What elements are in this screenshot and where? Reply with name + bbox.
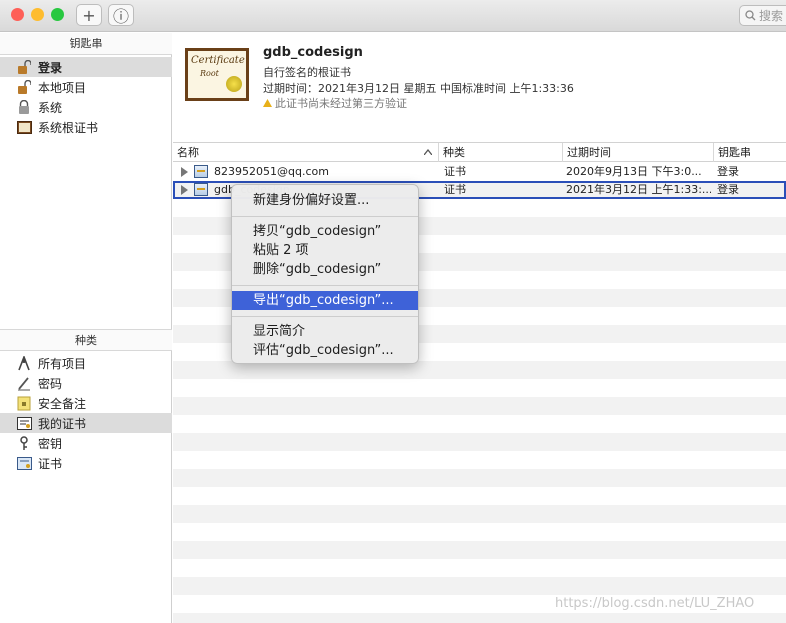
row-kind: 证书 <box>444 183 466 196</box>
warning-icon <box>263 99 272 107</box>
sidebar-item-label: 所有项目 <box>38 356 87 371</box>
disclosure-triangle-icon[interactable] <box>181 167 188 177</box>
row-expires: 2021年3月12日 上午1:33:... <box>566 183 711 196</box>
sidebar-item-my-certificates[interactable]: 我的证书 <box>0 413 172 433</box>
empty-table-row <box>173 523 786 541</box>
column-header-name[interactable]: 名称 <box>173 143 439 162</box>
certificate-image-title: Certificate <box>191 55 245 66</box>
search-placeholder: 搜索 <box>759 9 784 23</box>
table-row[interactable]: 823952051@qq.com 证书 2020年9月13日 下午3:0... … <box>173 163 786 181</box>
empty-table-row <box>173 487 786 505</box>
search-icon <box>745 10 756 21</box>
empty-table-row <box>173 613 786 623</box>
certificate-icon <box>16 455 32 471</box>
window-toolbar: + ⓘ 搜索 <box>0 0 786 32</box>
sidebar-item-label: 登录 <box>38 60 63 75</box>
cabinet-icon <box>16 119 32 135</box>
row-keychain: 登录 <box>717 183 739 196</box>
sidebar-item-system[interactable]: 系统 <box>0 97 172 117</box>
menu-item-delete[interactable]: 删除“gdb_codesign” <box>232 260 418 279</box>
sidebar-item-label: 系统根证书 <box>38 120 99 135</box>
empty-table-row <box>173 469 786 487</box>
unlocked-padlock-icon <box>16 79 32 95</box>
menu-item-paste[interactable]: 粘贴 2 项 <box>232 241 418 260</box>
sidebar-item-label: 安全备注 <box>38 396 87 411</box>
table-header: 名称 种类 过期时间 钥匙串 <box>173 142 786 162</box>
add-item-button[interactable]: + <box>76 4 102 26</box>
certificate-icon <box>194 165 208 178</box>
sidebar-item-system-roots[interactable]: 系统根证书 <box>0 117 172 137</box>
row-keychain: 登录 <box>717 165 739 178</box>
menu-separator <box>232 216 418 217</box>
row-kind: 证书 <box>444 165 466 178</box>
certificate-detail: Certificate Root gdb_codesign 自行签名的根证书 过… <box>173 33 786 143</box>
menu-item-get-info[interactable]: 显示简介 <box>232 322 418 341</box>
sort-ascending-icon <box>424 149 432 155</box>
show-info-button[interactable]: ⓘ <box>108 4 134 26</box>
sidebar-item-label: 证书 <box>38 456 63 471</box>
certificate-warning: 此证书尚未经过第三方验证 <box>263 95 407 111</box>
menu-item-new-identity-preference[interactable]: 新建身份偏好设置... <box>232 191 418 210</box>
sidebar-item-label: 密码 <box>38 376 63 391</box>
context-menu: 新建身份偏好设置... 拷贝“gdb_codesign” 粘贴 2 项 删除“g… <box>231 184 419 364</box>
certificate-image: Certificate Root <box>185 48 249 101</box>
sidebar-item-secure-notes[interactable]: 安全备注 <box>0 393 172 413</box>
certificate-warning-text: 此证书尚未经过第三方验证 <box>275 97 407 110</box>
all-items-icon <box>16 355 32 371</box>
keychains-header: 钥匙串 <box>0 33 172 55</box>
locked-padlock-icon <box>16 99 32 115</box>
menu-separator <box>232 316 418 317</box>
close-window-button[interactable] <box>11 8 24 21</box>
sidebar-item-label: 我的证书 <box>38 416 87 431</box>
empty-table-row <box>173 451 786 469</box>
row-name: 823952051@qq.com <box>214 165 329 178</box>
disclosure-triangle-icon[interactable] <box>181 185 188 195</box>
menu-item-export[interactable]: 导出“gdb_codesign”... <box>232 291 418 310</box>
menu-separator <box>232 285 418 286</box>
column-header-keychain[interactable]: 钥匙串 <box>714 143 786 162</box>
certificate-icon <box>194 183 208 196</box>
sidebar-item-label: 本地项目 <box>38 80 87 95</box>
sidebar-item-login[interactable]: 登录 <box>0 57 172 77</box>
sidebar-item-keys[interactable]: 密钥 <box>0 433 172 453</box>
column-header-expires[interactable]: 过期时间 <box>563 143 714 162</box>
password-pen-icon <box>16 375 32 391</box>
certificate-name: gdb_codesign <box>263 45 363 60</box>
empty-table-row <box>173 433 786 451</box>
zoom-window-button[interactable] <box>51 8 64 21</box>
sidebar-item-label: 密钥 <box>38 436 63 451</box>
sidebar-item-certificates[interactable]: 证书 <box>0 453 172 473</box>
empty-table-row <box>173 559 786 577</box>
empty-table-row <box>173 577 786 595</box>
my-certificate-icon <box>16 415 32 431</box>
unlocked-padlock-icon <box>16 59 32 75</box>
sidebar: 钥匙串 登录 本地项目 系统 系统根证书 种类 所有项目 密码 安全备注 我的证… <box>0 33 172 623</box>
certificate-expiry: 过期时间：2021年3月12日 星期五 中国标准时间 上午1:33:36 <box>263 82 574 95</box>
column-header-kind[interactable]: 种类 <box>439 143 563 162</box>
info-icon: ⓘ <box>112 7 129 26</box>
empty-table-row <box>173 541 786 559</box>
menu-item-copy[interactable]: 拷贝“gdb_codesign” <box>232 222 418 241</box>
certificate-type: 自行签名的根证书 <box>263 66 351 79</box>
minimize-window-button[interactable] <box>31 8 44 21</box>
row-expires: 2020年9月13日 下午3:0... <box>566 165 702 178</box>
sidebar-item-local-items[interactable]: 本地项目 <box>0 77 172 97</box>
sidebar-item-passwords[interactable]: 密码 <box>0 373 172 393</box>
empty-table-row <box>173 379 786 397</box>
key-icon <box>16 435 32 451</box>
category-header: 种类 <box>0 329 172 351</box>
sidebar-item-all-items[interactable]: 所有项目 <box>0 353 172 373</box>
certificate-seal-icon <box>226 76 242 92</box>
empty-table-row <box>173 505 786 523</box>
empty-table-row <box>173 397 786 415</box>
secure-note-icon <box>16 395 32 411</box>
search-field[interactable]: 搜索 <box>739 5 786 26</box>
plus-icon: + <box>82 5 96 25</box>
menu-item-evaluate[interactable]: 评估“gdb_codesign”... <box>232 341 418 360</box>
watermark: https://blog.csdn.net/LU_ZHAO <box>555 596 755 611</box>
empty-table-row <box>173 415 786 433</box>
sidebar-item-label: 系统 <box>38 100 63 115</box>
certificate-image-subtitle: Root <box>200 69 219 78</box>
